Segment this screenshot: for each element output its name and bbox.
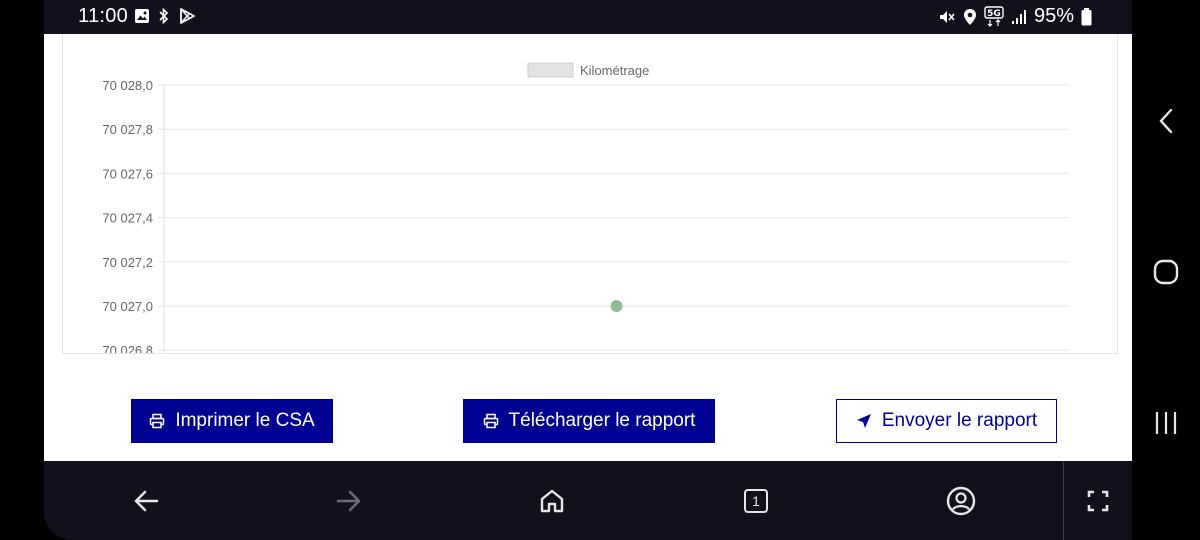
mileage-chart: 70 028,0 70 027,8 70 027,6 70 027,4 70 027,2…: [102, 62, 1069, 353]
y-tick-label: 70 027,4: [102, 211, 153, 226]
printer-icon: [149, 413, 165, 429]
y-tick-label: 70 027,8: [102, 122, 153, 137]
battery-icon: [1081, 7, 1092, 26]
tabs-icon[interactable]: 1: [736, 481, 776, 521]
download-report-label: Télécharger le rapport: [508, 410, 696, 431]
send-report-label: Envoyer le rapport: [881, 410, 1038, 431]
system-back-icon[interactable]: [1150, 105, 1182, 137]
mute-icon: [938, 8, 956, 26]
5g-icon: 5G: [984, 5, 1004, 28]
y-tick-label: 70 027,2: [102, 255, 153, 270]
fullscreen-icon[interactable]: [1078, 481, 1118, 521]
legend-label: Kilométrage: [580, 63, 649, 78]
location-icon: [963, 8, 977, 26]
signal-icon: [1011, 9, 1027, 25]
browser-bottom-bar: 1: [44, 461, 1132, 540]
chart-container: 70 028,0 70 027,8 70 027,6 70 027,4 70 027,2…: [62, 34, 1118, 354]
legend-swatch: [527, 62, 574, 78]
system-recents-icon[interactable]: [1150, 407, 1182, 439]
image-icon: [134, 8, 150, 24]
web-page: 70 028,0 70 027,8 70 027,6 70 027,4 70 027,2…: [44, 34, 1132, 461]
back-arrow-icon[interactable]: [126, 481, 166, 521]
profile-icon[interactable]: [941, 481, 981, 521]
battery-percent: 95%: [1033, 5, 1074, 27]
download-report-button[interactable]: Télécharger le rapport: [463, 399, 715, 443]
y-tick-label: 70 026,8: [102, 343, 153, 353]
bluetooth-icon: [158, 7, 170, 25]
nav-divider: [1063, 461, 1064, 540]
y-tick-label: 70 027,0: [102, 299, 153, 314]
data-point[interactable]: [610, 300, 623, 312]
print-csa-label: Imprimer le CSA: [175, 410, 315, 431]
tab-count: 1: [744, 489, 768, 513]
legend: Kilométrage: [527, 62, 649, 78]
status-bar: 11:00 5G 95%: [44, 0, 1132, 34]
printer-icon: [483, 413, 499, 429]
home-icon[interactable]: [532, 481, 572, 521]
svg-text:5G: 5G: [987, 9, 1001, 19]
play-store-icon: [178, 7, 196, 25]
system-nav-bar: [1132, 0, 1200, 540]
send-report-button[interactable]: Envoyer le rapport: [836, 399, 1057, 443]
forward-arrow-icon[interactable]: [329, 481, 369, 521]
y-tick-label: 70 027,6: [102, 166, 153, 181]
status-time: 11:00: [78, 5, 129, 27]
print-csa-button[interactable]: Imprimer le CSA: [131, 399, 333, 443]
send-icon: [856, 413, 872, 429]
y-tick-label: 70 028,0: [102, 78, 153, 93]
system-home-icon[interactable]: [1150, 256, 1182, 288]
